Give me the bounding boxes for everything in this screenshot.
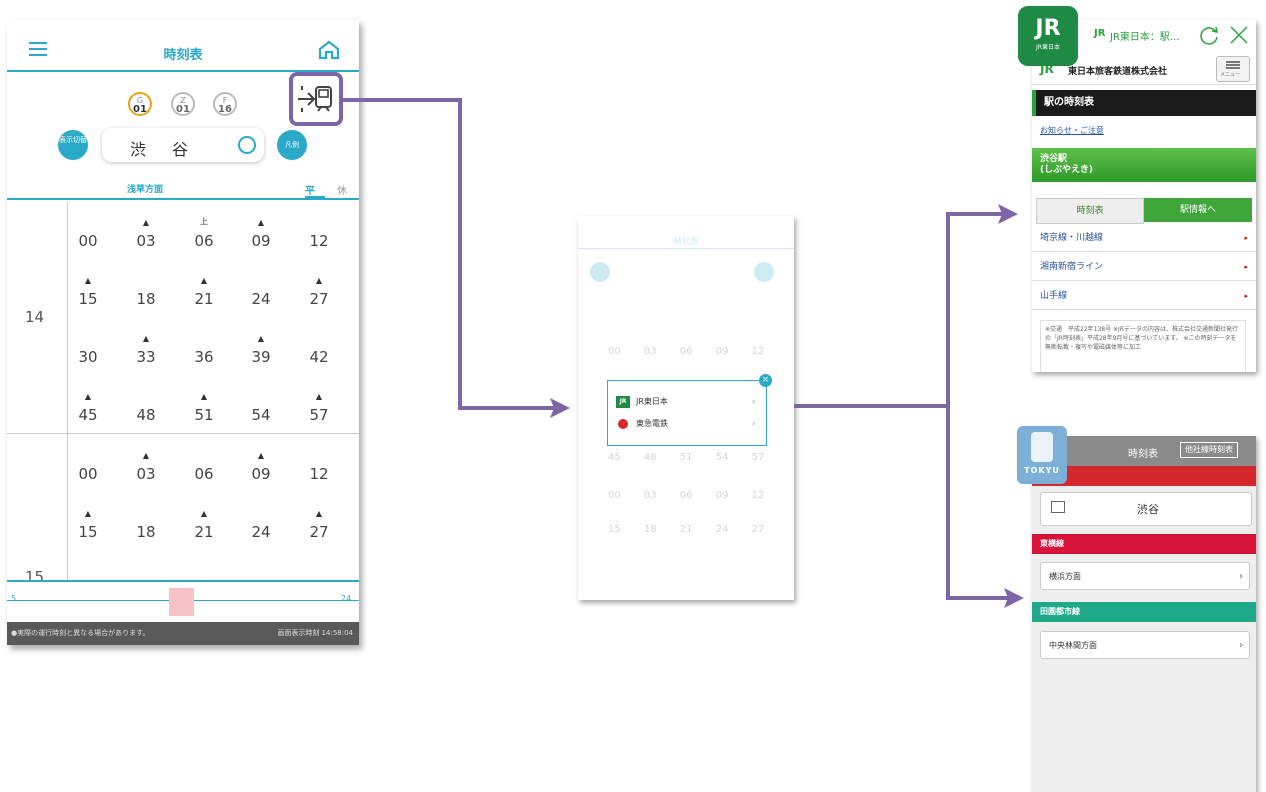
flow-arrows <box>343 98 1024 608</box>
